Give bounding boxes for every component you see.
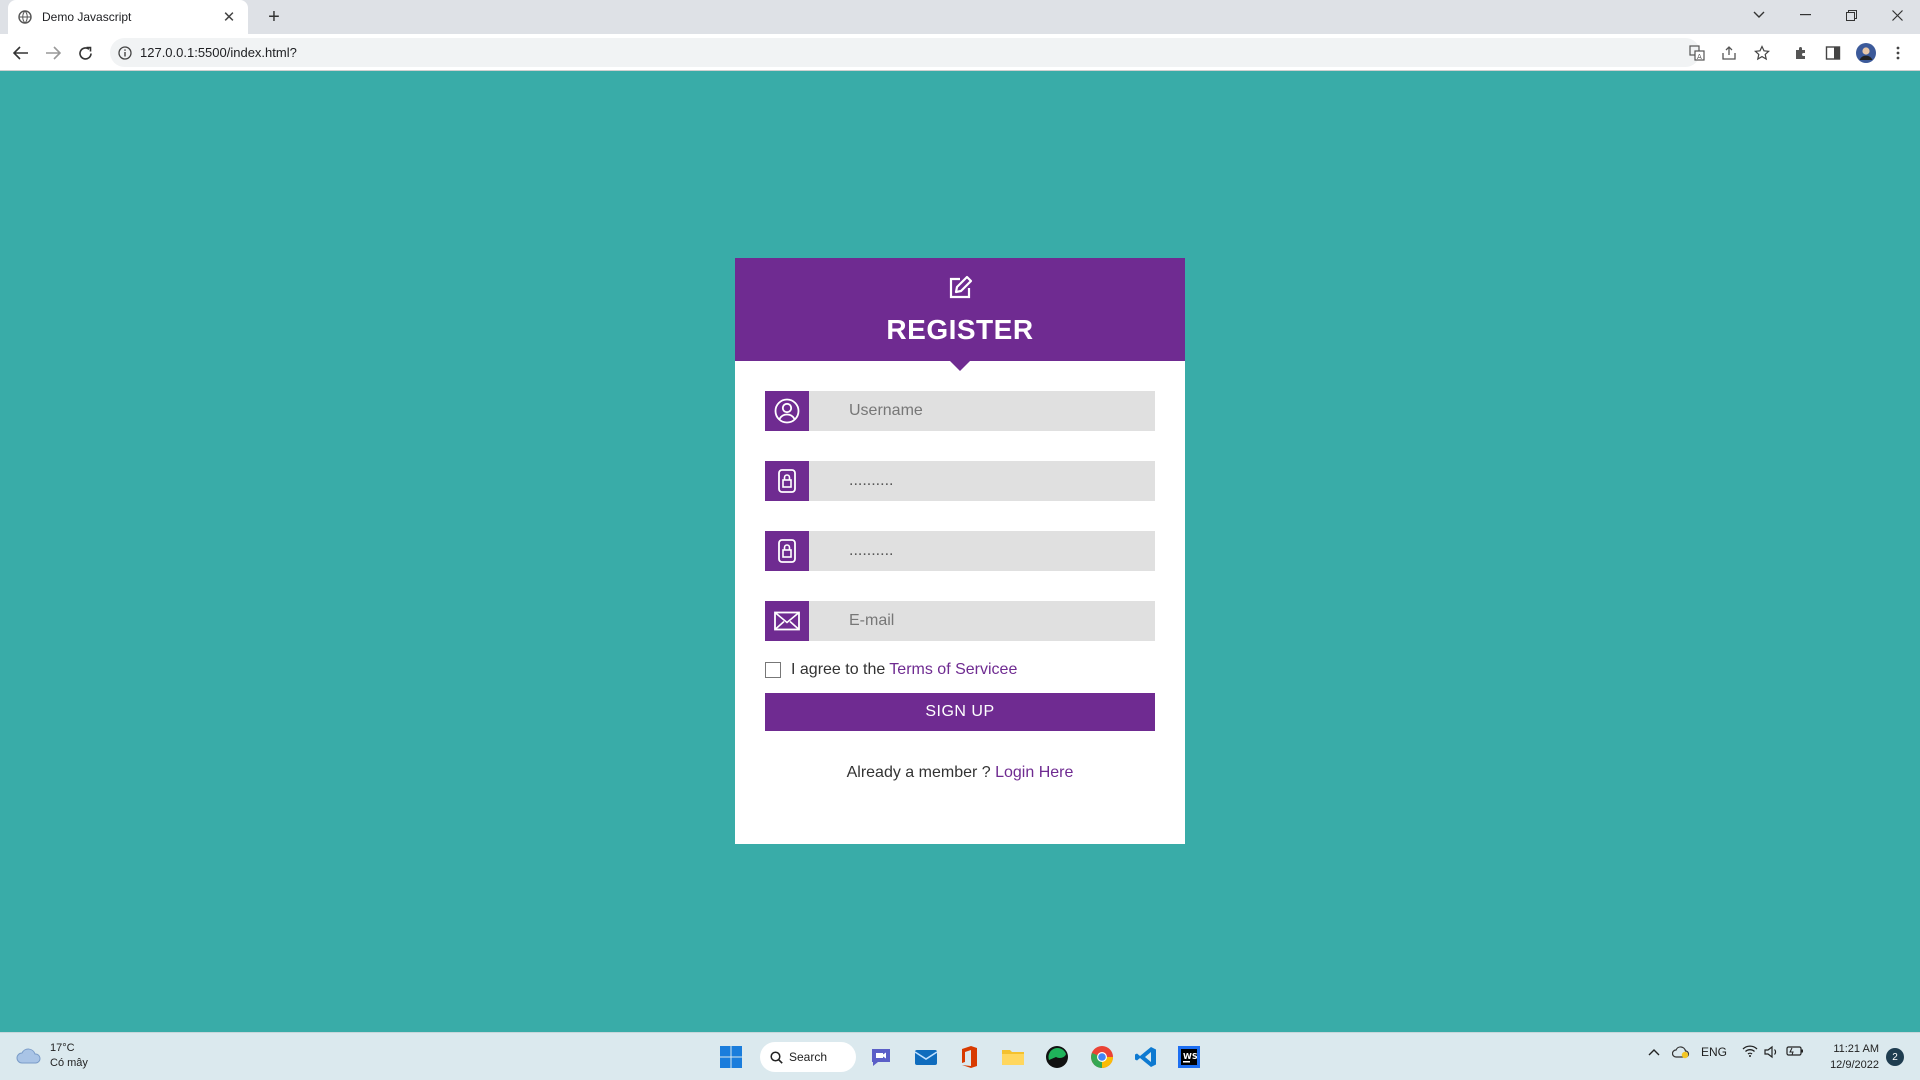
tab-close-icon[interactable]: ✕ [220, 8, 238, 26]
side-panel-icon[interactable] [1822, 42, 1844, 64]
clock-date: 12/9/2022 [1830, 1059, 1879, 1071]
mail-icon[interactable] [911, 1042, 941, 1072]
file-explorer-icon[interactable] [998, 1042, 1028, 1072]
temperature: 17°C [50, 1042, 75, 1054]
header-pointer [950, 361, 970, 371]
register-title: REGISTER [886, 314, 1034, 345]
email-input[interactable] [809, 601, 1155, 641]
bookmark-star-icon[interactable] [1751, 42, 1773, 64]
password-input[interactable] [809, 461, 1155, 501]
browser-tab[interactable]: Demo Javascript ✕ [8, 0, 248, 34]
register-header: REGISTER [735, 258, 1185, 371]
edit-icon [946, 274, 974, 302]
restore-icon[interactable] [1828, 0, 1874, 30]
globe-icon [18, 10, 32, 24]
teams-chat-icon[interactable] [866, 1042, 896, 1072]
edge-browser-icon[interactable] [1042, 1042, 1072, 1072]
tab-title: Demo Javascript [42, 10, 132, 24]
webstorm-icon[interactable]: WS [1174, 1042, 1204, 1072]
terms-link[interactable]: Terms of Servicee [889, 661, 1017, 679]
username-field [765, 391, 1155, 431]
search-label: Search [789, 1050, 828, 1064]
url-text: 127.0.0.1:5500/index.html? [140, 45, 297, 60]
profile-avatar-icon[interactable] [1855, 42, 1877, 64]
svg-text:A: A [1697, 53, 1702, 61]
notification-badge[interactable]: 2 [1886, 1048, 1904, 1066]
email-field [765, 601, 1155, 641]
lock-icon [765, 531, 809, 571]
share-icon[interactable] [1718, 42, 1740, 64]
envelope-icon [765, 601, 809, 641]
confirm-password-field [765, 531, 1155, 571]
new-tab-button[interactable]: + [260, 4, 288, 30]
translate-icon[interactable]: A [1686, 42, 1708, 64]
wifi-icon[interactable] [1742, 1045, 1758, 1060]
weather-description: Có mây [50, 1057, 88, 1069]
clock[interactable]: 11:21 AM 12/9/2022 [1815, 1041, 1879, 1073]
browser-toolbar: 127.0.0.1:5500/index.html? A [0, 34, 1920, 71]
svg-text:WS: WS [1183, 1052, 1198, 1061]
close-window-icon[interactable] [1874, 0, 1920, 30]
search-icon [770, 1050, 783, 1064]
taskbar: 17°C Có mây Search WS ENG 11:21 AM 12/9/… [0, 1032, 1920, 1080]
language-indicator[interactable]: ENG [1701, 1045, 1727, 1059]
site-info-icon[interactable] [118, 45, 132, 60]
forward-arrow-icon[interactable] [40, 40, 66, 66]
chrome-icon[interactable] [1087, 1042, 1117, 1072]
clock-time: 11:21 AM [1833, 1043, 1879, 1055]
more-menu-icon[interactable] [1887, 42, 1909, 64]
minimize-icon[interactable] [1782, 0, 1828, 30]
sign-up-button[interactable]: SIGN UP [765, 693, 1155, 731]
lock-icon [765, 461, 809, 501]
browser-tab-bar: Demo Javascript ✕ + [0, 0, 1920, 34]
taskbar-search[interactable]: Search [760, 1042, 856, 1072]
cloud-icon [16, 1047, 42, 1065]
member-text: Already a member ? [846, 764, 991, 781]
back-arrow-icon[interactable] [8, 40, 34, 66]
weather-widget[interactable]: 17°C Có mây [16, 1041, 88, 1071]
terms-checkbox[interactable] [765, 662, 781, 678]
tab-search-chevron-icon[interactable] [1736, 0, 1782, 30]
battery-icon[interactable] [1786, 1045, 1804, 1060]
extensions-puzzle-icon[interactable] [1790, 42, 1812, 64]
volume-icon[interactable] [1764, 1045, 1780, 1062]
office-icon[interactable] [954, 1042, 984, 1072]
register-card: REGISTER I agree to the Terms of Service… [735, 258, 1185, 844]
vscode-icon[interactable] [1131, 1042, 1161, 1072]
address-bar[interactable]: 127.0.0.1:5500/index.html? [110, 38, 1700, 67]
reload-icon[interactable] [72, 40, 98, 66]
windows-start-icon[interactable] [716, 1042, 746, 1072]
username-input[interactable] [809, 391, 1155, 431]
agree-text: I agree to the [791, 661, 886, 678]
confirm-password-input[interactable] [809, 531, 1155, 571]
terms-agreement: I agree to the Terms of Servicee [765, 661, 1017, 679]
login-prompt: Already a member ? Login Here [735, 764, 1185, 782]
user-circle-icon [765, 391, 809, 431]
onedrive-warning-icon[interactable] [1671, 1045, 1690, 1062]
login-link[interactable]: Login Here [995, 764, 1073, 781]
password-field [765, 461, 1155, 501]
show-hidden-icons-chevron-icon[interactable] [1648, 1045, 1660, 1059]
